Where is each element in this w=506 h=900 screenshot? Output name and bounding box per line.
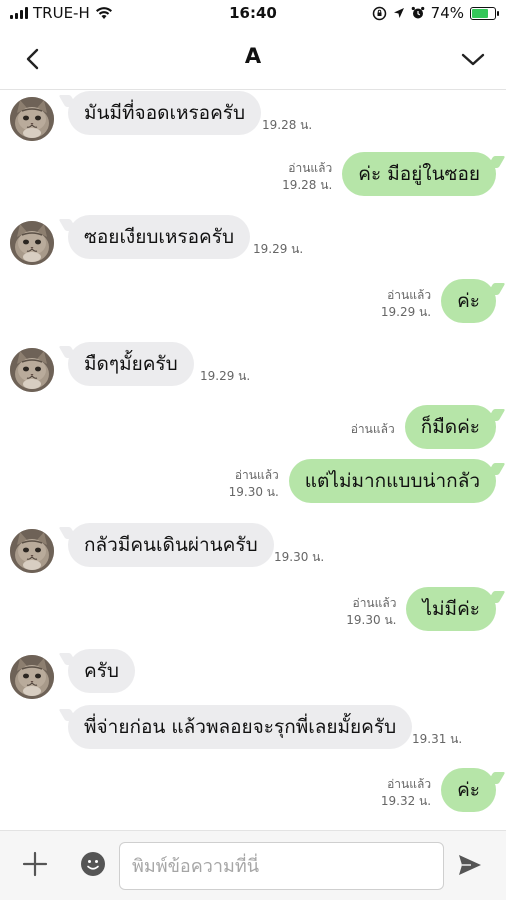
- battery-icon: [470, 6, 499, 20]
- avatar[interactable]: [10, 97, 54, 141]
- message-row: ซอยเงียบเหรอครับ 19.29 น.: [0, 215, 506, 265]
- incoming-message-bubble[interactable]: มันมีที่จอดเหรอครับ: [68, 91, 262, 135]
- chevron-down-icon[interactable]: [458, 44, 488, 74]
- incoming-message-bubble[interactable]: ครับ: [68, 649, 135, 693]
- message-time: 19.30 น.: [346, 613, 397, 627]
- outgoing-message-bubble[interactable]: ค่ะ: [441, 768, 496, 812]
- read-receipt: อ่านแล้ว: [350, 422, 395, 436]
- message-row: ครับ: [0, 649, 506, 699]
- message-time: 19.29 น.: [200, 369, 251, 383]
- battery-percent: 74%: [430, 4, 464, 22]
- message-meta: อ่านแล้ว: [351, 421, 395, 438]
- avatar[interactable]: [10, 348, 54, 392]
- outgoing-message-bubble[interactable]: ไม่มีค่ะ: [406, 587, 496, 631]
- read-receipt: อ่านแล้ว: [234, 468, 279, 482]
- read-receipt: อ่านแล้ว: [352, 596, 397, 610]
- chat-header: A: [0, 30, 506, 90]
- message-row: ค่ะ อ่านแล้ว 19.32 น.: [0, 768, 506, 818]
- message-row: มันมีที่จอดเหรอครับ 19.28 น.: [0, 91, 506, 141]
- incoming-message-bubble[interactable]: พี่จ่ายก่อน แล้วพลอยจะรุกพี่เลยมั้ยครับ: [68, 705, 413, 749]
- message-time: 19.28 น.: [262, 118, 313, 132]
- message-row: มืดๆมั้ยครับ 19.29 น.: [0, 342, 506, 392]
- outgoing-message-bubble[interactable]: ค่ะ มีอยู่ในซอย: [342, 152, 496, 196]
- location-icon: [393, 7, 404, 18]
- message-time: 19.30 น.: [228, 485, 279, 499]
- outgoing-message-bubble[interactable]: ก็มืดค่ะ: [404, 405, 496, 449]
- battery-level: [472, 8, 489, 18]
- read-receipt: อ่านแล้ว: [387, 777, 432, 791]
- avatar[interactable]: [10, 655, 54, 699]
- message-row: แต่ไม่มากแบบน่ากลัว อ่านแล้ว 19.30 น.: [0, 459, 506, 509]
- avatar[interactable]: [10, 221, 54, 265]
- outgoing-message-bubble[interactable]: แต่ไม่มากแบบน่ากลัว: [288, 459, 496, 503]
- message-meta: อ่านแล้ว 19.29 น.: [381, 287, 431, 321]
- message-meta: อ่านแล้ว 19.28 น.: [282, 160, 332, 194]
- read-receipt: อ่านแล้ว: [387, 288, 432, 302]
- message-row: กลัวมีคนเดินผ่านครับ 19.30 น.: [0, 523, 506, 573]
- message-meta: อ่านแล้ว 19.30 น.: [229, 467, 279, 501]
- message-time: 19.29 น.: [253, 242, 304, 256]
- incoming-message-bubble[interactable]: มืดๆมั้ยครับ: [68, 342, 194, 386]
- send-icon[interactable]: [456, 851, 484, 879]
- message-list: มันมีที่จอดเหรอครับ 19.28 น. ค่ะ มีอยู่ในซ…: [0, 91, 506, 830]
- input-bar: [0, 830, 506, 900]
- message-time: 19.32 น.: [380, 794, 432, 808]
- plus-icon[interactable]: [22, 851, 48, 877]
- incoming-message-bubble[interactable]: กลัวมีคนเดินผ่านครับ: [68, 523, 274, 567]
- avatar[interactable]: [10, 529, 54, 573]
- message-time: 19.29 น.: [380, 305, 432, 319]
- message-time: 19.28 น.: [282, 178, 333, 192]
- emoji-icon[interactable]: [80, 851, 106, 877]
- message-row: ไม่มีค่ะ อ่านแล้ว 19.30 น.: [0, 587, 506, 637]
- chat-title: A: [244, 44, 262, 68]
- message-row: ค่ะ อ่านแล้ว 19.29 น.: [0, 279, 506, 329]
- message-meta: อ่านแล้ว 19.30 น.: [346, 595, 396, 629]
- status-bar: TRUE-H 16:40 74%: [0, 0, 506, 28]
- message-meta: อ่านแล้ว 19.32 น.: [381, 776, 431, 810]
- message-time: 19.30 น.: [274, 550, 325, 564]
- read-receipt: อ่านแล้ว: [288, 161, 333, 175]
- message-time: 19.31 น.: [412, 732, 463, 746]
- orientation-lock-icon: [372, 6, 386, 20]
- message-row: ค่ะ มีอยู่ในซอย อ่านแล้ว 19.28 น.: [0, 152, 506, 202]
- incoming-message-bubble[interactable]: ซอยเงียบเหรอครับ: [68, 215, 251, 259]
- alarm-icon: [411, 6, 424, 19]
- message-row: พี่จ่ายก่อน แล้วพลอยจะรุกพี่เลยมั้ยครับ 1…: [0, 705, 506, 755]
- message-row: ก็มืดค่ะ อ่านแล้ว: [0, 405, 506, 455]
- message-input[interactable]: [119, 842, 444, 890]
- outgoing-message-bubble[interactable]: ค่ะ: [441, 279, 496, 323]
